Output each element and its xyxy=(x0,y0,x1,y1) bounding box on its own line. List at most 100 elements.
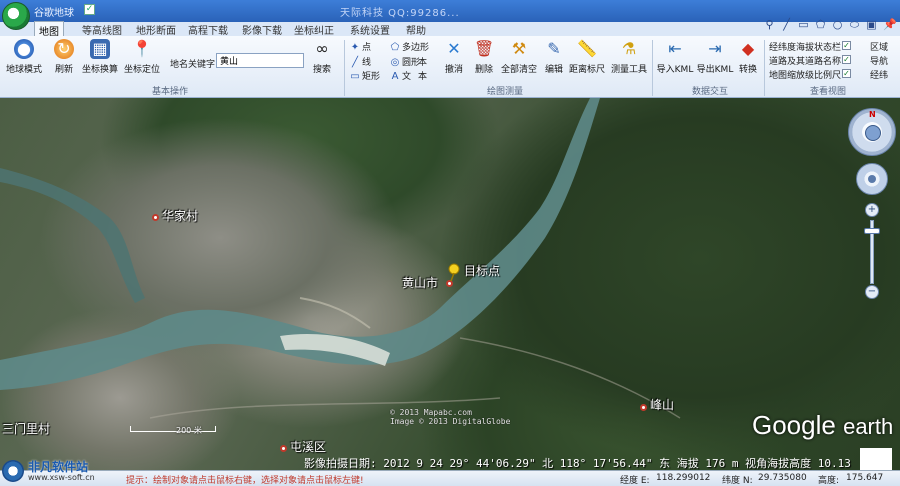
lon-label: 经度 E: xyxy=(620,476,650,486)
tab-help[interactable]: 帮助 xyxy=(404,21,428,37)
zoom-slider-thumb[interactable] xyxy=(864,228,880,234)
status-bar-checkbox[interactable]: ✓ xyxy=(842,41,851,50)
scale-checkbox[interactable]: ✓ xyxy=(842,69,851,78)
view-region-option[interactable]: 区域 xyxy=(870,40,888,53)
quick-draw-toolbar: ⚲ ╱ ▭ ⬠ ○ ⬭ ▣ 📌 xyxy=(764,19,897,30)
coord-convert-button[interactable]: ▦ 坐标换算 xyxy=(82,39,118,75)
pan-control[interactable] xyxy=(856,163,888,195)
place-label: 黄山市 xyxy=(402,276,439,290)
draw-polygon-button[interactable]: ⬠ 多边形 xyxy=(390,40,429,53)
place-label: 屯溪区 xyxy=(290,440,327,454)
draw-text-suffix: 本 xyxy=(418,72,428,82)
search-input[interactable] xyxy=(216,53,304,68)
app-logo xyxy=(2,2,30,30)
place-marker[interactable] xyxy=(152,214,159,221)
line-draw-icon: ╱ xyxy=(351,57,359,68)
place-marker[interactable] xyxy=(640,404,647,411)
status-bar: 提示：绘制对象请点击鼠标右键，选择对象请点击鼠标左键! 经度 E: 118.29… xyxy=(0,470,900,486)
clear-all-button[interactable]: ⚒ 全部清空 xyxy=(498,39,540,75)
circle-icon[interactable]: ○ xyxy=(832,19,843,30)
scale-bar xyxy=(130,426,216,432)
place-marker[interactable] xyxy=(280,445,287,452)
search-label: 地名关键字: xyxy=(170,60,219,70)
ellipse-icon[interactable]: ⬭ xyxy=(849,19,860,30)
pin-icon[interactable]: ⚲ xyxy=(764,19,775,30)
rect-icon[interactable]: ▭ xyxy=(798,19,809,30)
convert-button[interactable]: ◆ 转换 xyxy=(734,39,762,75)
place-label: 目标点 xyxy=(464,264,501,278)
measure-tool-button[interactable]: ⚗ 测量工具 xyxy=(608,39,650,75)
circle-draw-icon: ◎ xyxy=(390,57,400,68)
polygon-draw-icon: ⬠ xyxy=(390,42,400,53)
draw-rect-button[interactable]: ▭ 矩形 xyxy=(350,69,380,82)
draw-line-button[interactable]: ╱ 线 xyxy=(350,55,371,68)
tab-settings[interactable]: 系统设置 xyxy=(348,21,392,37)
look-icon[interactable] xyxy=(865,125,881,141)
refresh-button[interactable]: ↻ 刷新 xyxy=(46,39,82,75)
refresh-icon: ↻ xyxy=(54,39,74,59)
point-icon: ✦ xyxy=(350,42,360,53)
roads-checkbox[interactable]: ✓ xyxy=(842,55,851,64)
hint-text: 提示：绘制对象请点击鼠标右键，选择对象请点击鼠标左键! xyxy=(126,476,364,486)
place-marker[interactable] xyxy=(446,280,453,287)
window-caption: 天际科技 QQ:99286... xyxy=(340,8,460,19)
group-separator xyxy=(764,40,765,96)
lat-value: 29.735080 xyxy=(758,473,807,483)
ruler-icon: 📏 xyxy=(577,39,597,58)
measure-icon: ⚗ xyxy=(621,39,637,58)
google-earth-logo: Google earth xyxy=(752,410,894,440)
import-kml-button[interactable]: ⇤ 导入KML xyxy=(656,39,694,75)
view-latlon-option[interactable]: 经纬 xyxy=(870,68,888,81)
zoom-in-button[interactable]: + xyxy=(865,203,879,217)
tab-coord-correction[interactable]: 坐标纠正 xyxy=(292,21,336,37)
polygon-icon[interactable]: ⬠ xyxy=(815,19,826,30)
title-checkbox[interactable]: ✓ xyxy=(84,4,95,15)
tab-imagery-download[interactable]: 影像下载 xyxy=(240,21,284,37)
draw-text-button[interactable]: A文 xyxy=(390,69,411,82)
x-icon: ✕ xyxy=(447,39,461,58)
group-label-data: 数据交互 xyxy=(691,87,728,97)
coord-locate-button[interactable]: 📍 坐标定位 xyxy=(124,39,160,75)
overlay-box xyxy=(860,448,892,470)
zoom-out-button[interactable]: − xyxy=(865,285,879,299)
calculator-icon: ▦ xyxy=(90,39,110,59)
map-view[interactable]: 华家村 黄山市 目标点 峰山 三门里村 屯溪区 © 2013 Mapabc.co… xyxy=(0,98,900,470)
lon-value: 118.299012 xyxy=(656,473,711,483)
alt-label: 高度: xyxy=(818,476,840,486)
ribbon: ● 地球模式 ↻ 刷新 ▦ 坐标换算 📍 坐标定位 地名关键字: ∞ 搜索 基本… xyxy=(0,36,900,98)
distance-ruler-button[interactable]: 📏 距离标尺 xyxy=(566,39,608,75)
draw-point-button[interactable]: ✦ 点 xyxy=(350,40,371,53)
place-label: 三门里村 xyxy=(2,422,51,436)
view-nav-option[interactable]: 导航 xyxy=(870,54,888,67)
group-label-basic: 基本操作 xyxy=(151,87,188,97)
view-option-status-bar[interactable]: 经纬度海拔状态栏 ✓ xyxy=(769,40,851,53)
app-title: 谷歌地球 xyxy=(34,8,74,19)
scale-label: 200 米 xyxy=(176,426,202,435)
draw-text-extra: 本 xyxy=(418,58,428,68)
tab-elevation-download[interactable]: 高程下载 xyxy=(186,21,230,37)
tab-map[interactable]: 地图 xyxy=(34,21,64,38)
target-pin-icon[interactable] xyxy=(447,263,461,281)
export-kml-button[interactable]: ⇥ 导出KML xyxy=(696,39,734,75)
map-copyright: © 2013 Mapabc.com Image © 2013 DigitalGl… xyxy=(390,408,511,426)
logo-ring-icon xyxy=(2,460,24,482)
tab-profile[interactable]: 地形断面 xyxy=(134,21,178,37)
trash-icon: 🗑 xyxy=(474,39,495,58)
group-separator xyxy=(344,40,345,96)
image-icon[interactable]: ▣ xyxy=(866,19,877,30)
compass-control[interactable]: N xyxy=(848,108,896,156)
alt-value: 175.647 xyxy=(846,473,884,483)
yellow-pin-icon[interactable]: 📌 xyxy=(883,19,897,30)
draw-circle-button[interactable]: ◎ 圆形 xyxy=(390,55,420,68)
broom-icon: ⚒ xyxy=(511,39,527,58)
earth-mode-button[interactable]: ● 地球模式 xyxy=(6,39,42,75)
watermark-logo: 非凡软件站 www.xsw-soft.cn xyxy=(2,456,122,486)
search-button[interactable]: ∞ 搜索 xyxy=(304,39,340,75)
line-icon[interactable]: ╱ xyxy=(781,19,792,30)
rect-draw-icon: ▭ xyxy=(350,71,360,82)
delete-button[interactable]: 🗑 删除 xyxy=(466,39,502,75)
view-option-roads[interactable]: 道路及其道路名称 ✓ xyxy=(769,54,851,67)
tab-contour[interactable]: 等高线图 xyxy=(78,21,126,37)
view-option-scale[interactable]: 地图缩放级比例尺 ✓ xyxy=(769,68,851,81)
edit-icon: ✎ xyxy=(547,39,561,58)
